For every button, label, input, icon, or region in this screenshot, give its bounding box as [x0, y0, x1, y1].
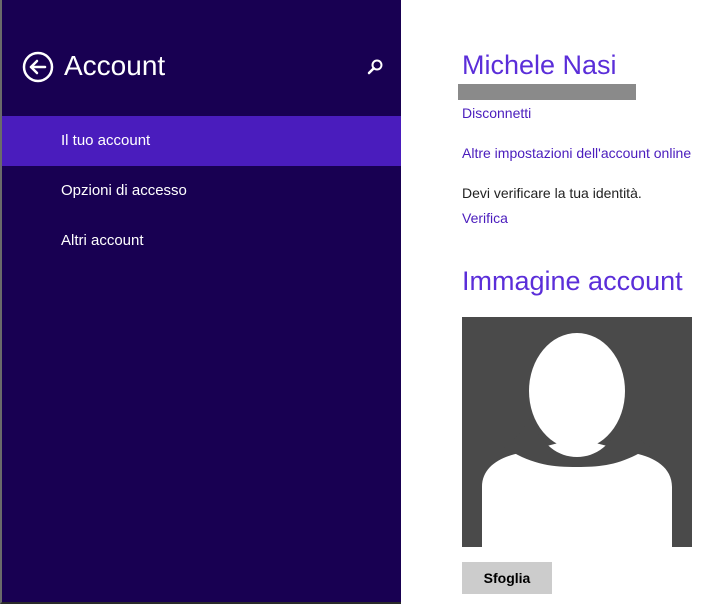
sidebar-item-label: Altri account: [61, 232, 144, 249]
verify-identity-message: Devi verificare la tua identità.: [462, 185, 642, 201]
user-name: Michele Nasi: [462, 50, 617, 80]
sidebar-item-sign-in-options[interactable]: Opzioni di accesso: [2, 166, 401, 216]
verify-link[interactable]: Verifica: [462, 209, 508, 227]
account-picture-title: Immagine account: [462, 266, 683, 296]
search-button[interactable]: [364, 56, 386, 78]
account-picture: [462, 317, 692, 547]
search-icon: [367, 59, 383, 75]
sidebar-item-label: Opzioni di accesso: [61, 182, 187, 199]
page-title: Account: [64, 50, 166, 81]
disconnect-link[interactable]: Disconnetti: [462, 104, 531, 122]
sidebar: Account Il tuo account Opzioni di access…: [0, 0, 401, 604]
back-button[interactable]: [22, 51, 54, 83]
sidebar-item-label: Il tuo account: [61, 132, 151, 149]
default-user-silhouette-icon: [482, 333, 672, 547]
redacted-email: [458, 84, 636, 100]
back-arrow-circle-icon: [22, 51, 54, 83]
sidebar-item-your-account[interactable]: Il tuo account: [2, 116, 401, 166]
online-account-settings-link[interactable]: Altre impostazioni dell'account online: [462, 144, 691, 162]
browse-button[interactable]: Sfoglia: [462, 562, 552, 594]
sidebar-item-other-accounts[interactable]: Altri account: [2, 216, 401, 266]
